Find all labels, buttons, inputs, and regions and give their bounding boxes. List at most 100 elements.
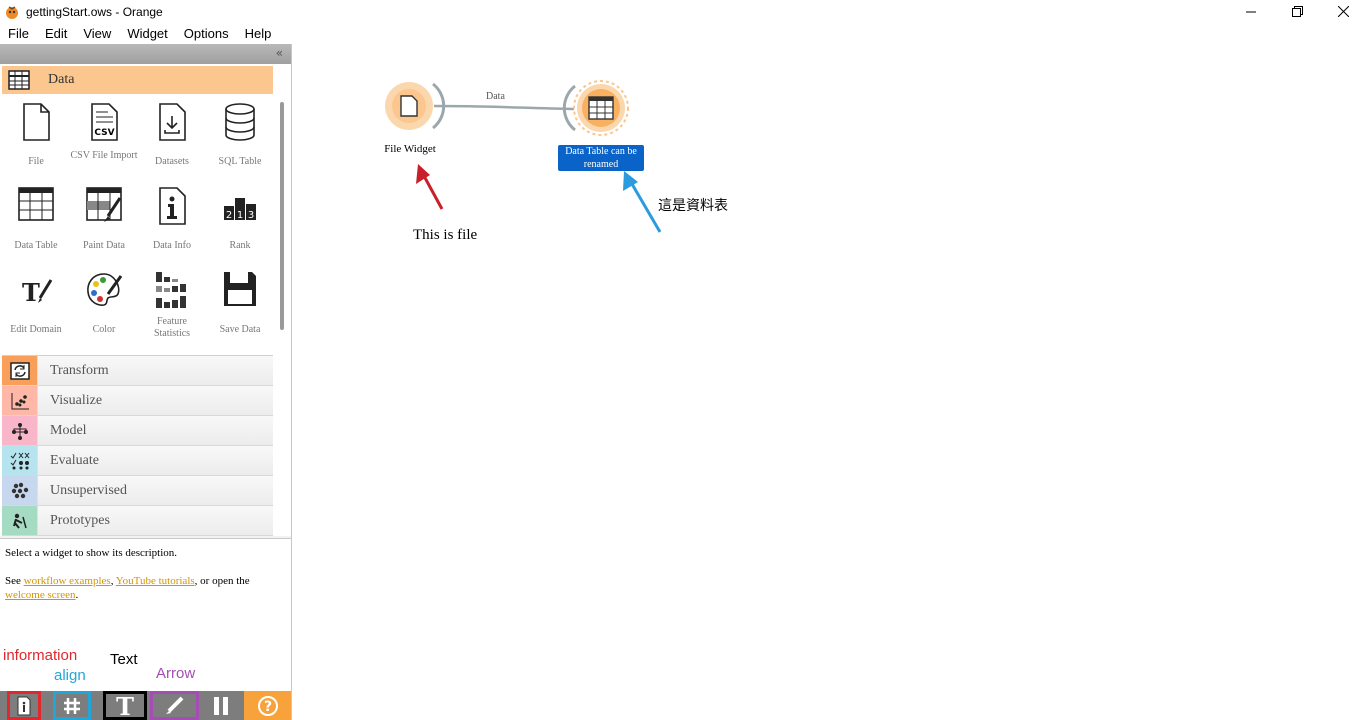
widget-description-panel: Select a widget to show its description.… — [0, 538, 291, 691]
category-evaluate[interactable]: Evaluate — [2, 446, 273, 476]
widget-label: Save Data — [219, 324, 261, 335]
save-icon — [224, 272, 256, 306]
data-table-icon — [18, 187, 54, 221]
help-button[interactable]: ? — [244, 691, 291, 720]
orange-app-icon — [6, 5, 18, 19]
category-unsupervised[interactable]: Unsupervised — [2, 476, 273, 506]
widget-csv-file-import[interactable]: CSV CSV File Import — [70, 100, 138, 162]
or-text: , or open the — [194, 575, 250, 587]
widget-feature-statistics[interactable]: Feature Statistics — [138, 268, 206, 340]
menu-bar: File Edit View Widget Options Help — [0, 23, 1366, 45]
svg-text:?: ? — [263, 699, 271, 715]
widget-label: SQL Table — [218, 156, 262, 167]
text-tool-icon: T — [116, 695, 134, 717]
widget-data-info[interactable]: Data Info — [138, 184, 206, 252]
widget-label: Rank — [229, 240, 251, 251]
category-prototypes[interactable]: Prototypes — [2, 506, 273, 536]
title-bar: gettingStart.ows - Orange — [0, 0, 1366, 23]
widget-label: File — [28, 156, 44, 167]
widget-dock: « Data File CSV CSV File Import Datasets… — [0, 44, 292, 720]
clusters-icon — [11, 482, 28, 498]
widget-data-table[interactable]: Data Table — [2, 184, 70, 252]
category-visualize[interactable]: Visualize — [2, 386, 273, 416]
category-label: Transform — [50, 362, 109, 378]
data-table-annotation-text[interactable]: 這是資料表 — [658, 195, 728, 215]
widget-label: CSV File Import — [70, 150, 138, 161]
workflow-canvas[interactable]: Data File Widget Data Table can be renam… — [292, 44, 1366, 720]
widget-label: Data Info — [152, 240, 192, 251]
widget-toolbox: Data File CSV CSV File Import Datasets S… — [0, 64, 291, 536]
file-node-label[interactable]: File Widget — [372, 143, 448, 155]
category-model[interactable]: Model — [2, 416, 273, 446]
datasets-icon — [159, 103, 186, 141]
category-list: Transform Visualize Model Evaluate Unsup… — [2, 355, 273, 536]
worker-icon — [12, 513, 27, 529]
svg-text:2: 2 — [226, 210, 232, 221]
data-table-node-label[interactable]: Data Table can be renamed — [558, 145, 644, 171]
widget-label: Feature Statistics — [153, 316, 191, 339]
menu-options[interactable]: Options — [176, 26, 237, 41]
category-data[interactable]: Data — [2, 66, 273, 94]
welcome-screen-link[interactable]: welcome screen — [5, 589, 76, 601]
canvas-drawing — [385, 80, 662, 233]
menu-edit[interactable]: Edit — [37, 26, 75, 41]
window-title: gettingStart.ows - Orange — [26, 4, 163, 19]
widget-edit-domain[interactable]: T Edit Domain — [2, 268, 70, 336]
category-label: Prototypes — [50, 512, 110, 528]
feature-statistics-icon — [156, 272, 186, 308]
file-node-icon — [400, 95, 418, 117]
restore-icon — [1291, 6, 1303, 17]
menu-help[interactable]: Help — [237, 26, 280, 41]
svg-text:1: 1 — [237, 210, 243, 221]
category-label: Model — [50, 422, 87, 438]
database-icon — [225, 103, 255, 141]
information-label: information — [3, 647, 78, 664]
widget-label: Color — [92, 324, 116, 335]
file-icon — [23, 103, 50, 141]
toolbox-scrollbar[interactable] — [280, 102, 284, 330]
menu-view[interactable]: View — [75, 26, 119, 41]
info-icon — [159, 187, 186, 225]
widget-sql-table[interactable]: SQL Table — [206, 100, 274, 168]
widget-save-data[interactable]: Save Data — [206, 268, 274, 336]
workflow-examples-link[interactable]: workflow examples — [24, 575, 111, 587]
widget-datasets[interactable]: Datasets — [138, 100, 206, 168]
category-label: Visualize — [50, 392, 103, 408]
text-annotation-button[interactable]: T — [103, 691, 147, 720]
widget-label: Datasets — [155, 156, 189, 167]
evaluate-icon — [10, 452, 29, 469]
arrow-annotation-button[interactable] — [150, 691, 199, 720]
description-links: See workflow examples, YouTube tutorials… — [5, 574, 285, 602]
transform-icon — [9, 361, 30, 380]
widget-file[interactable]: File — [2, 100, 70, 168]
svg-text:T: T — [22, 278, 40, 307]
minimize-button[interactable] — [1228, 0, 1274, 23]
restore-button[interactable] — [1274, 0, 1320, 23]
category-transform[interactable]: Transform — [2, 356, 273, 386]
palette-icon — [87, 273, 123, 306]
red-arrow-shaft[interactable] — [422, 175, 444, 210]
data-table-node-icon — [588, 96, 614, 120]
menu-widget[interactable]: Widget — [119, 26, 175, 41]
blue-arrow-shaft[interactable] — [630, 183, 662, 233]
minimize-icon — [1246, 11, 1256, 12]
youtube-tutorials-link[interactable]: YouTube tutorials — [116, 575, 195, 587]
info-button[interactable] — [7, 691, 41, 720]
paint-data-icon — [86, 187, 122, 222]
category-label: Unsupervised — [50, 482, 127, 498]
align-label: align — [54, 667, 86, 684]
help-icon: ? — [257, 695, 278, 716]
link-line[interactable] — [433, 104, 575, 111]
align-button[interactable] — [53, 691, 91, 720]
widget-color[interactable]: Color — [70, 268, 138, 336]
pause-button[interactable] — [200, 691, 242, 720]
close-button[interactable] — [1320, 0, 1366, 23]
description-text: Select a widget to show its description. — [5, 547, 177, 559]
widget-rank[interactable]: 2 1 3 Rank — [206, 184, 274, 252]
menu-file[interactable]: File — [0, 26, 37, 41]
collapse-dock-icon[interactable]: « — [276, 46, 283, 60]
scatter-plot-icon — [11, 392, 29, 409]
widget-paint-data[interactable]: Paint Data — [70, 184, 138, 252]
widget-label: Data Table — [14, 240, 58, 251]
file-annotation-text[interactable]: This is file — [413, 227, 477, 244]
